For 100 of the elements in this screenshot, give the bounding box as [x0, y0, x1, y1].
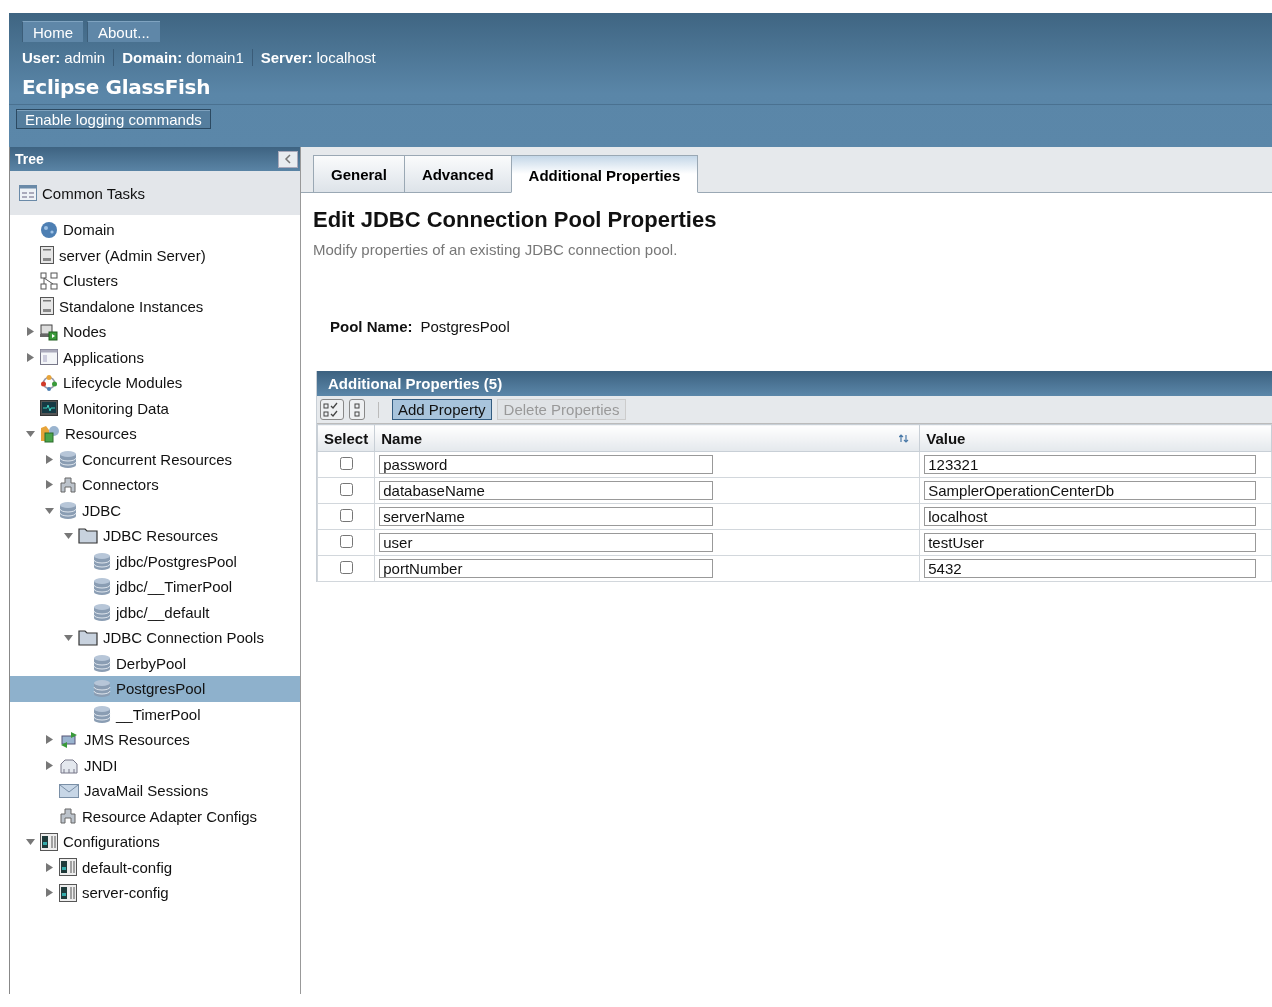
expander-icon[interactable]	[26, 352, 35, 362]
info-label: Server:	[260, 48, 313, 66]
tree-item[interactable]: Lifecycle Modules	[10, 370, 300, 396]
tree-item[interactable]: JDBC Resources	[10, 523, 300, 549]
row-checkbox[interactable]	[339, 483, 353, 496]
row-checkbox[interactable]	[339, 509, 353, 522]
tree-item[interactable]: Resources	[10, 421, 300, 447]
column-header: Value	[919, 424, 1272, 452]
cluster-icon	[40, 271, 58, 290]
select-all-button[interactable]	[320, 399, 344, 420]
tree-item[interactable]: Connectors	[10, 472, 300, 498]
expander-icon[interactable]	[45, 735, 54, 745]
database-icon	[93, 704, 111, 724]
config-icon	[59, 858, 77, 877]
collapse-button[interactable]	[278, 150, 298, 168]
add-property-button[interactable]: Add Property	[392, 399, 492, 420]
name-field[interactable]: databaseName	[379, 481, 714, 500]
tree-item[interactable]: Domain	[10, 217, 300, 243]
value-field[interactable]: localhost	[924, 507, 1257, 526]
value-field[interactable]: 123321	[924, 455, 1257, 474]
tree-item[interactable]: JavaMail Sessions	[10, 778, 300, 804]
value-field[interactable]: 5432	[924, 559, 1257, 578]
tree-item[interactable]: server (Admin Server)	[10, 242, 300, 268]
nav-tab[interactable]: Home	[22, 21, 83, 42]
name-field[interactable]: password	[379, 455, 714, 474]
folder-icon	[78, 527, 98, 545]
tab[interactable]: Advanced	[403, 155, 511, 193]
database-icon	[93, 551, 111, 571]
info-label: User:	[22, 48, 61, 66]
row-checkbox[interactable]	[339, 535, 353, 548]
server-icon	[40, 297, 54, 316]
common-tasks[interactable]: Common Tasks	[10, 171, 300, 215]
expander-icon[interactable]	[26, 327, 35, 337]
connector-icon	[59, 807, 77, 826]
table-title: Additional Properties (5)	[317, 371, 1272, 396]
config-icon	[40, 832, 58, 851]
computer-icon	[40, 322, 58, 341]
pool-name-value: PostgresPool	[420, 318, 510, 335]
expander-icon[interactable]	[45, 480, 54, 490]
tree-item[interactable]: JDBC Connection Pools	[10, 625, 300, 651]
tree-item[interactable]: __TimerPool	[10, 701, 300, 727]
info-value: localhost	[316, 48, 376, 66]
tree-item[interactable]: Concurrent Resources	[10, 446, 300, 472]
sort-icon[interactable]	[899, 434, 910, 443]
tree-item[interactable]: Standalone Instances	[10, 293, 300, 319]
tree-item[interactable]: Monitoring Data	[10, 395, 300, 421]
deselect-all-icon	[352, 401, 362, 418]
exchange-icon	[59, 730, 79, 749]
window-icon	[40, 349, 58, 366]
page-title: Edit JDBC Connection Pool Properties	[313, 207, 718, 233]
value-field[interactable]: testUser	[924, 533, 1257, 552]
expander-icon[interactable]	[45, 862, 54, 872]
expander-icon[interactable]	[26, 429, 35, 439]
tree-item[interactable]: JDBC	[10, 497, 300, 523]
tree-item[interactable]: jdbc/PostgresPool	[10, 548, 300, 574]
calendar-icon	[19, 185, 37, 201]
resources-icon	[40, 424, 60, 443]
cycle-icon	[40, 373, 58, 392]
tree-item[interactable]: PostgresPool	[10, 676, 300, 702]
deselect-all-button[interactable]	[349, 399, 365, 420]
database-icon	[93, 577, 111, 597]
row-checkbox[interactable]	[339, 457, 353, 470]
tree-item[interactable]: default-config	[10, 854, 300, 880]
chevron-left-icon	[284, 154, 292, 164]
name-field[interactable]: serverName	[379, 507, 714, 526]
page-description: Modify properties of an existing JDBC connection pool.	[313, 241, 679, 258]
tree-item[interactable]: Configurations	[10, 829, 300, 855]
database-icon	[93, 679, 111, 699]
column-header[interactable]: Name	[374, 424, 920, 452]
tab[interactable]: General	[313, 155, 404, 193]
tree-item[interactable]: JNDI	[10, 752, 300, 778]
name-field[interactable]: portNumber	[379, 559, 714, 578]
column-header: Select	[317, 424, 375, 452]
tree-item[interactable]: Applications	[10, 344, 300, 370]
expander-icon[interactable]	[45, 888, 54, 898]
tree-item[interactable]: Nodes	[10, 319, 300, 345]
row-checkbox[interactable]	[339, 561, 353, 574]
expander-icon[interactable]	[26, 837, 35, 847]
folder-icon	[78, 629, 98, 647]
expander-icon[interactable]	[45, 760, 54, 770]
expander-icon[interactable]	[64, 531, 73, 541]
expander-icon[interactable]	[64, 633, 73, 643]
tree-item[interactable]: Resource Adapter Configs	[10, 803, 300, 829]
config-icon	[59, 883, 77, 902]
connector-icon	[59, 475, 77, 494]
logging-button[interactable]: Enable logging commands	[16, 109, 211, 129]
tree-item[interactable]: server-config	[10, 880, 300, 906]
tree-item[interactable]: jdbc/__TimerPool	[10, 574, 300, 600]
tree-item[interactable]: JMS Resources	[10, 727, 300, 753]
tree-item[interactable]: jdbc/__default	[10, 599, 300, 625]
tab[interactable]: Additional Properties	[510, 155, 699, 193]
envelope-icon	[59, 783, 79, 798]
expander-icon[interactable]	[45, 505, 54, 515]
value-field[interactable]: SamplerOperationCenterDb	[924, 481, 1257, 500]
expander-icon[interactable]	[45, 454, 54, 464]
tree-item[interactable]: DerbyPool	[10, 650, 300, 676]
info-label: Domain:	[122, 48, 183, 66]
name-field[interactable]: user	[379, 533, 714, 552]
nav-tab[interactable]: About...	[87, 21, 160, 42]
tree-item[interactable]: Clusters	[10, 268, 300, 294]
